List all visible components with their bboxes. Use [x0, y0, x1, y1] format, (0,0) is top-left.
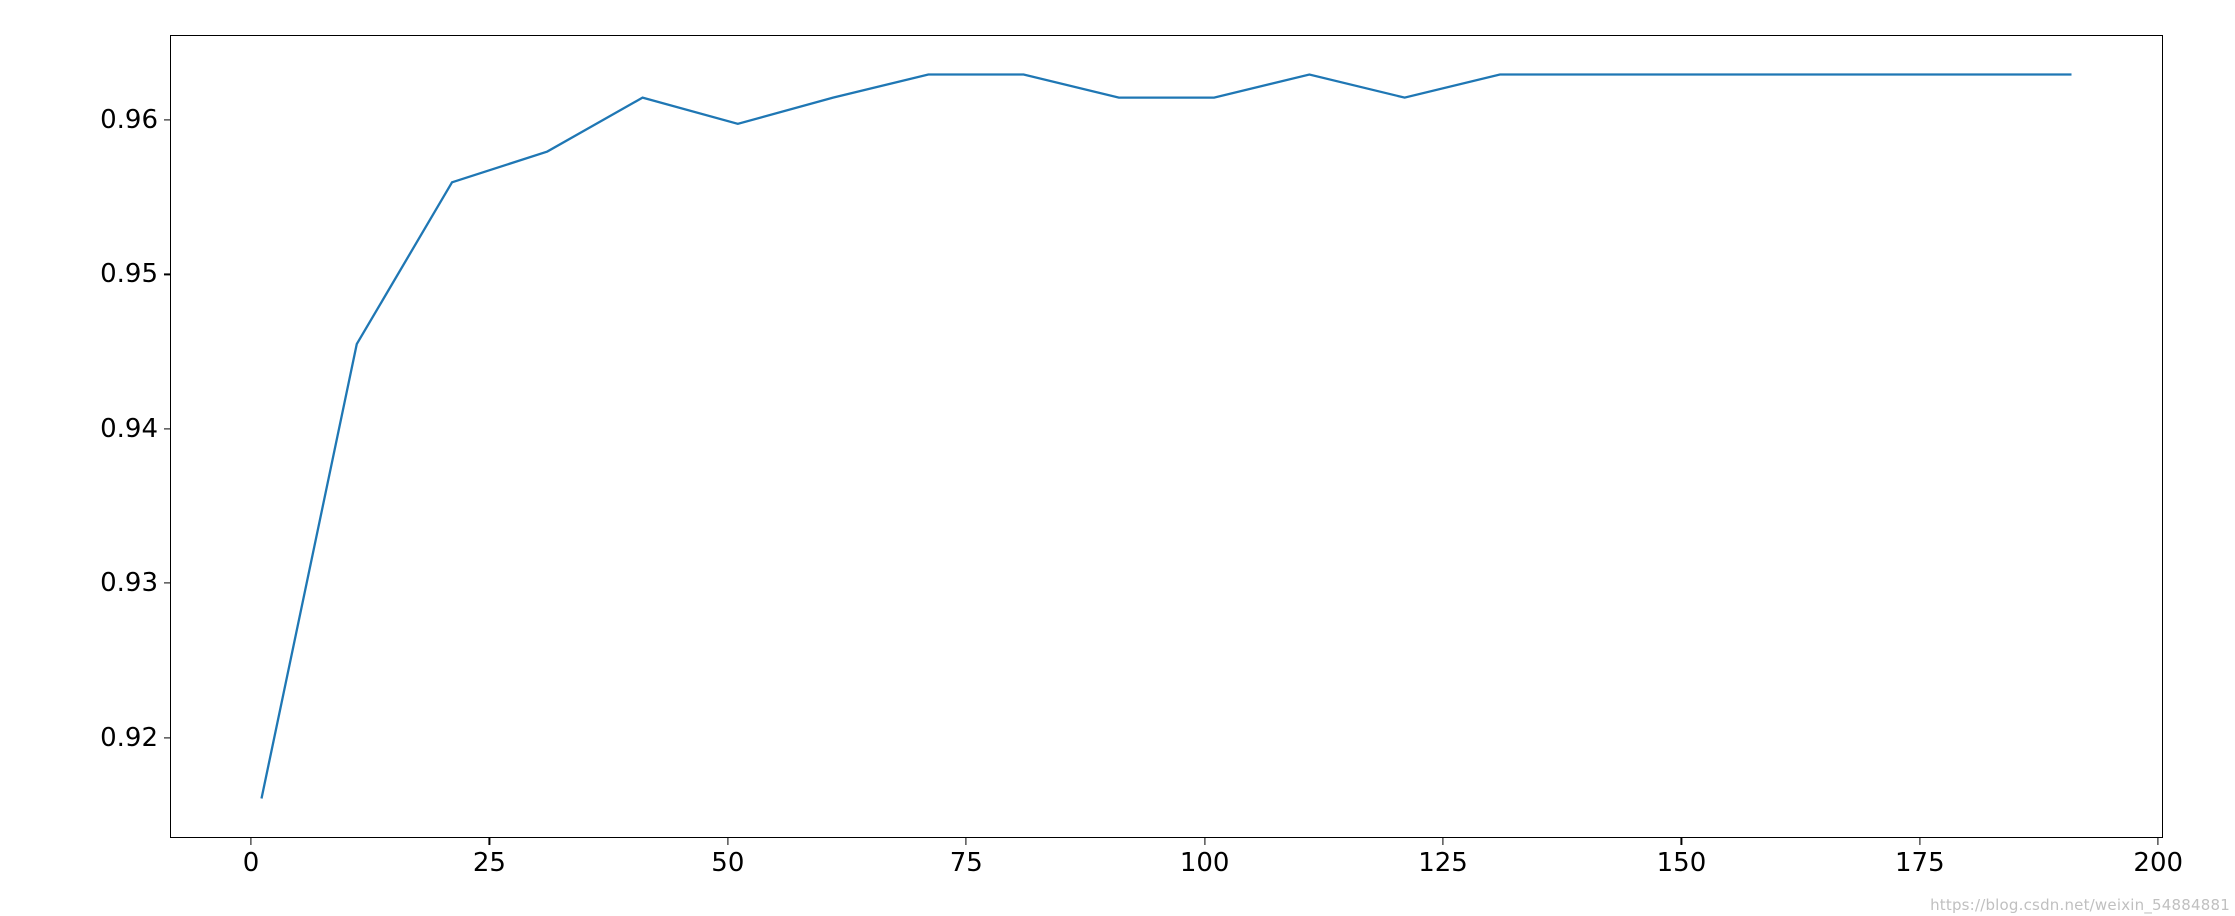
x-tick-label: 100 — [1180, 848, 1230, 878]
x-tick-label: 175 — [1895, 848, 1945, 878]
x-tick-label: 200 — [2133, 848, 2183, 878]
x-tick-label: 25 — [473, 848, 506, 878]
x-tick-label: 150 — [1657, 848, 1707, 878]
y-tick-label: 0.92 — [100, 723, 158, 753]
y-tick-label: 0.95 — [100, 259, 158, 289]
line-series — [171, 36, 2162, 837]
x-tick-mark — [1681, 838, 1682, 845]
y-tick-mark — [164, 119, 171, 120]
x-tick-label: 50 — [711, 848, 744, 878]
y-tick-mark — [164, 428, 171, 429]
y-tick-label: 0.96 — [100, 105, 158, 135]
x-tick-mark — [966, 838, 967, 845]
x-tick-label: 75 — [950, 848, 983, 878]
watermark-text: https://blog.csdn.net/weixin_54884881 — [1930, 896, 2230, 914]
x-tick-mark — [1442, 838, 1443, 845]
chart-container: 0.92 0.93 0.94 0.95 0.96 0 25 50 75 100 … — [0, 0, 2235, 916]
y-tick-mark — [164, 274, 171, 275]
x-tick-mark — [2158, 838, 2159, 845]
x-tick-mark — [489, 838, 490, 845]
y-tick-mark — [164, 583, 171, 584]
x-tick-label: 125 — [1418, 848, 1468, 878]
x-tick-label: 0 — [243, 848, 260, 878]
y-tick-mark — [164, 737, 171, 738]
y-tick-label: 0.94 — [100, 414, 158, 444]
x-tick-mark — [1919, 838, 1920, 845]
x-tick-mark — [727, 838, 728, 845]
y-tick-label: 0.93 — [100, 568, 158, 598]
x-tick-mark — [250, 838, 251, 845]
plot-area — [170, 35, 2163, 838]
x-tick-mark — [1204, 838, 1205, 845]
